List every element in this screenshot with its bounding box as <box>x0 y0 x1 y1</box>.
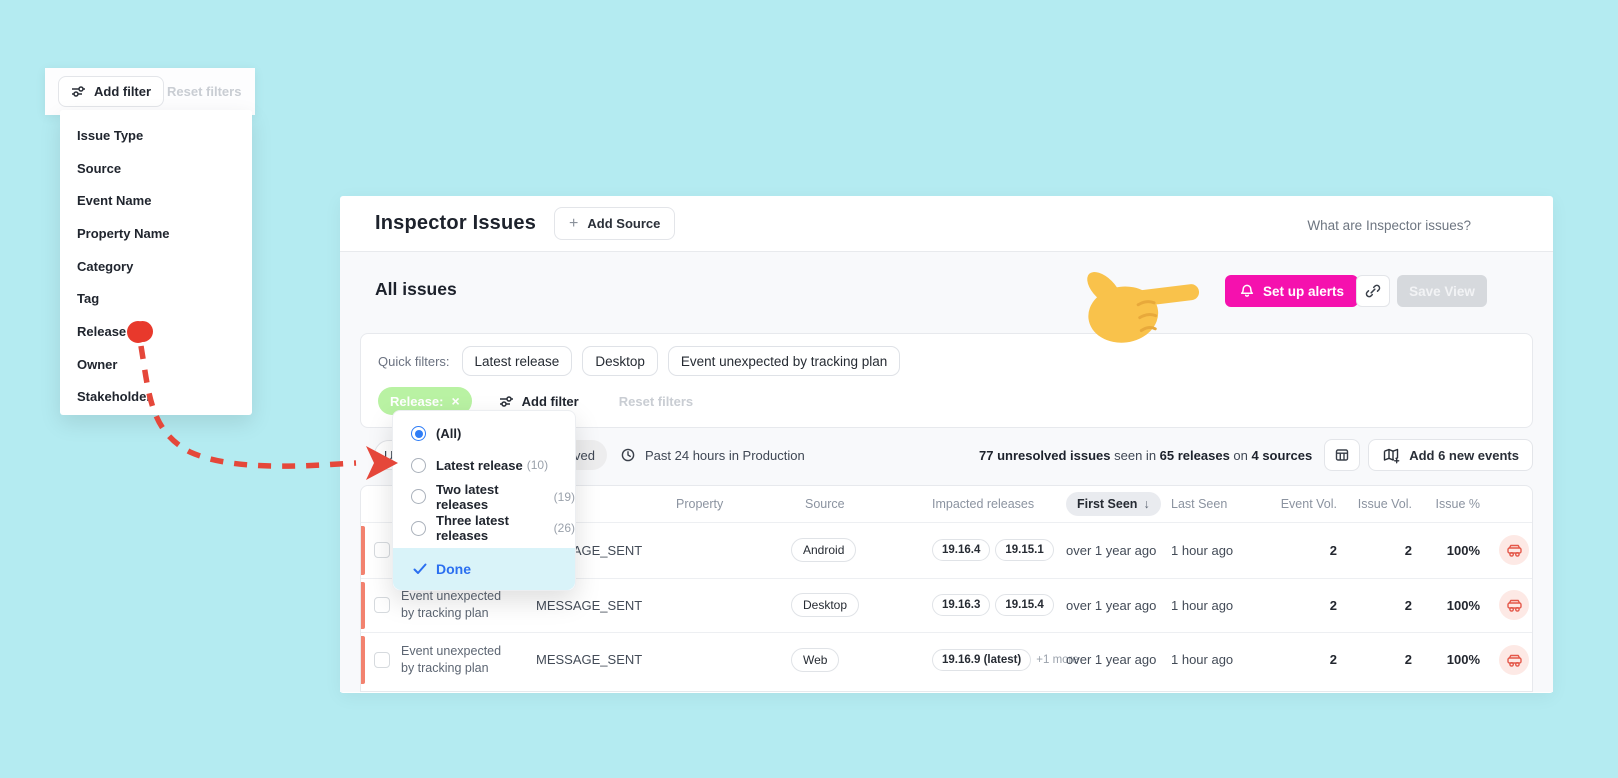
release-option-latest[interactable]: Latest release (10) <box>393 450 575 482</box>
screen: Add filter Reset filters Issue Type Sour… <box>0 0 1618 778</box>
row-checkbox[interactable] <box>374 597 390 614</box>
menu-item-owner[interactable]: Owner <box>60 348 252 381</box>
radio-icon <box>411 489 426 505</box>
filter-icon <box>72 86 85 97</box>
release-option-two-latest[interactable]: Two latest releases (19) <box>393 481 575 513</box>
menu-item-issue-type[interactable]: Issue Type <box>60 119 252 152</box>
add-filter-button[interactable]: Add filter <box>58 76 165 107</box>
release-option-three-latest[interactable]: Three latest releases (26) <box>393 513 575 545</box>
radio-icon <box>411 520 426 536</box>
time-range-label: Past 24 hours in Production <box>645 447 805 463</box>
quick-filter-latest-release[interactable]: Latest release <box>461 346 573 376</box>
toolbar-right: 77 unresolved issues seen in 65 releases… <box>979 439 1533 471</box>
add-filter-label: Add filter <box>94 84 152 99</box>
release-chip: 19.16.3 <box>932 594 991 617</box>
map-plus-icon <box>1383 448 1400 463</box>
filter-icon <box>499 395 513 407</box>
release-chip: 19.15.1 <box>995 539 1054 562</box>
quick-filters-label: Quick filters: <box>378 353 450 369</box>
menu-item-event-name[interactable]: Event Name <box>60 184 252 217</box>
help-link[interactable]: What are Inspector issues? <box>1307 218 1471 233</box>
source-chip: Android <box>791 538 857 563</box>
col-header-first-seen[interactable]: First Seen ↓ <box>1066 492 1161 516</box>
add-source-button[interactable]: + Add Source <box>554 207 676 240</box>
copy-link-button[interactable] <box>1356 275 1390 307</box>
bell-icon <box>1240 284 1254 297</box>
release-chip: 19.16.9 (latest) <box>932 648 1032 671</box>
quick-filter-desktop[interactable]: Desktop <box>582 346 658 376</box>
col-header-issue-pct[interactable]: Issue % <box>1426 497 1494 511</box>
link-icon <box>1365 284 1381 298</box>
release-chip: 19.15.4 <box>995 594 1054 617</box>
issues-summary: 77 unresolved issues seen in 65 releases… <box>979 447 1313 463</box>
col-header-impacted-releases[interactable]: Impacted releases <box>916 497 1066 511</box>
radio-selected-icon <box>411 426 426 442</box>
release-chip: 19.16.4 <box>932 539 991 562</box>
table-view-button[interactable] <box>1324 439 1361 471</box>
dropdown-done-button[interactable]: Done <box>393 548 575 590</box>
row-checkbox[interactable] <box>374 651 390 668</box>
row-checkbox[interactable] <box>374 542 390 559</box>
release-annotation-dot <box>132 320 154 342</box>
quick-filter-event-unexpected[interactable]: Event unexpected by tracking plan <box>667 346 901 376</box>
release-filter-dropdown: (All) Latest release (10) Two latest rel… <box>392 410 576 591</box>
col-header-property[interactable]: Property <box>676 497 781 511</box>
reset-filters-button[interactable]: Reset filters <box>167 84 241 99</box>
tracking-violation-icon[interactable] <box>1499 535 1529 566</box>
page-title: Inspector Issues <box>375 212 537 234</box>
tracking-violation-icon[interactable] <box>1499 644 1529 675</box>
table-row[interactable]: Event unexpected by tracking plan MESSAG… <box>361 632 1532 687</box>
radio-icon <box>411 457 426 473</box>
add-new-events-button[interactable]: Add 6 new events <box>1368 439 1533 471</box>
col-header-last-seen[interactable]: Last Seen <box>1171 497 1273 511</box>
col-header-issue-vol[interactable]: Issue Vol. <box>1351 497 1426 511</box>
menu-item-property-name[interactable]: Property Name <box>60 217 252 250</box>
check-icon <box>413 563 427 574</box>
col-header-source[interactable]: Source <box>781 497 916 511</box>
menu-item-category[interactable]: Category <box>60 250 252 283</box>
col-header-event-vol[interactable]: Event Vol. <box>1273 497 1351 511</box>
source-chip: Desktop <box>791 593 860 618</box>
menu-item-source[interactable]: Source <box>60 152 252 185</box>
menu-item-tag[interactable]: Tag <box>60 282 252 315</box>
time-range-control[interactable]: Past 24 hours in Production <box>620 447 805 463</box>
view-title: All issues <box>375 279 457 299</box>
add-filter-button-inline[interactable]: Add filter <box>499 394 579 409</box>
save-view-button[interactable]: Save View <box>1397 275 1487 307</box>
reset-filters-button-inline[interactable]: Reset filters <box>619 394 693 409</box>
filter-popup-bar: Add filter Reset filters <box>45 68 255 115</box>
setup-alerts-button[interactable]: Set up alerts <box>1225 275 1359 307</box>
filter-menu: Issue Type Source Event Name Property Na… <box>60 110 252 415</box>
source-chip: Web <box>791 647 840 672</box>
plus-icon: + <box>569 214 579 232</box>
sort-desc-icon: ↓ <box>1143 497 1150 511</box>
menu-item-stakeholder[interactable]: Stakeholder <box>60 381 252 414</box>
panel-header: Inspector Issues + Add Source What are I… <box>340 196 1553 252</box>
table-icon <box>1335 449 1349 461</box>
remove-filter-icon[interactable]: × <box>451 393 459 409</box>
clock-icon <box>621 448 635 462</box>
pointing-hand-emoji <box>1087 272 1200 343</box>
release-option-all[interactable]: (All) <box>393 418 575 450</box>
tracking-violation-icon[interactable] <box>1499 590 1529 621</box>
menu-item-release[interactable]: Release <box>60 315 252 348</box>
quick-filters-row: Quick filters: Latest release Desktop Ev… <box>378 346 901 376</box>
